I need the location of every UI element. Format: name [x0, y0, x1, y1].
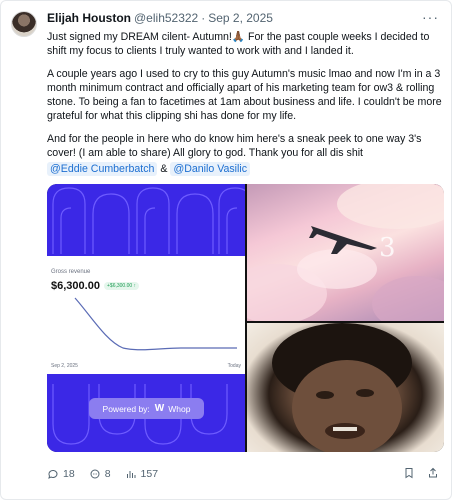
tweet-date[interactable]: Sep 2, 2025 — [208, 11, 273, 25]
whop-logo-icon: W — [154, 403, 165, 414]
author-handle[interactable]: @elih52322 — [134, 11, 198, 25]
revenue-value: $6,300.00 — [51, 280, 100, 292]
media-grid: Gross revenue $6,300.00 +$6,300.00 ↑ Sep… — [47, 184, 444, 452]
revenue-label: Gross revenue — [51, 269, 91, 275]
revenue-line — [74, 297, 237, 351]
mention-link[interactable]: @Eddie Cumberbatch — [47, 162, 158, 176]
powered-by-label: Powered by: — [102, 403, 150, 414]
revenue-badge: +$6,300.00 ↑ — [104, 282, 140, 290]
views-count: 157 — [140, 468, 159, 480]
revenue-start-date: Sep 2, 2025 — [51, 363, 78, 369]
media-airplane-clouds[interactable]: 3 — [247, 184, 444, 321]
mentions: @Eddie Cumberbatch & @Danilo Vasilic — [47, 162, 443, 176]
arch-pattern — [52, 187, 245, 254]
tweet-paragraph: Just signed my DREAM cilent- Autumn!🙏🏾 F… — [47, 31, 430, 57]
whop-brand: Whop — [168, 403, 191, 414]
revenue-end-date: Today — [227, 363, 241, 369]
views-icon — [126, 471, 136, 478]
action-bar: 18 8 157 — [47, 467, 172, 481]
avatar[interactable] — [11, 11, 37, 37]
reply-button[interactable]: 18 — [47, 468, 75, 480]
media-whop-revenue[interactable]: Gross revenue $6,300.00 +$6,300.00 ↑ Sep… — [47, 184, 245, 452]
repost-count: 8 — [104, 468, 111, 480]
tweet-card[interactable]: Elijah Houston @elih52322 · Sep 2, 2025 ···… — [0, 0, 452, 500]
tweet-text: Just signed my DREAM cilent- Autumn!🙏🏾 F… — [47, 30, 443, 176]
author-name[interactable]: Elijah Houston — [47, 11, 131, 25]
revenue-card: Gross revenue $6,300.00 +$6,300.00 ↑ Sep… — [47, 256, 245, 374]
repost-button[interactable]: 8 — [89, 468, 111, 480]
mention-joiner: & — [160, 163, 168, 175]
separator: · — [201, 11, 206, 25]
reply-count: 18 — [63, 468, 75, 480]
tweet-paragraph: A couple years ago I used to cry to this… — [47, 68, 442, 122]
airplane-icon — [309, 226, 377, 254]
secondary-actions — [403, 467, 439, 479]
repost-icon — [90, 469, 100, 479]
bookmark-icon[interactable] — [403, 467, 415, 479]
powered-by-badge: Powered by: W Whop — [89, 398, 204, 419]
share-icon[interactable] — [427, 467, 439, 479]
views-button[interactable]: 157 — [125, 468, 159, 480]
mention-link[interactable]: @Danilo Vasilic — [170, 162, 251, 176]
media-selfie[interactable] — [247, 323, 444, 452]
selfie-image — [272, 323, 412, 452]
tweet-header: Elijah Houston @elih52322 · Sep 2, 2025 — [47, 11, 411, 27]
reply-icon — [48, 469, 58, 479]
more-options-icon[interactable]: ··· — [422, 9, 439, 25]
tweet-paragraph: And for the people in here who do know h… — [47, 133, 422, 159]
